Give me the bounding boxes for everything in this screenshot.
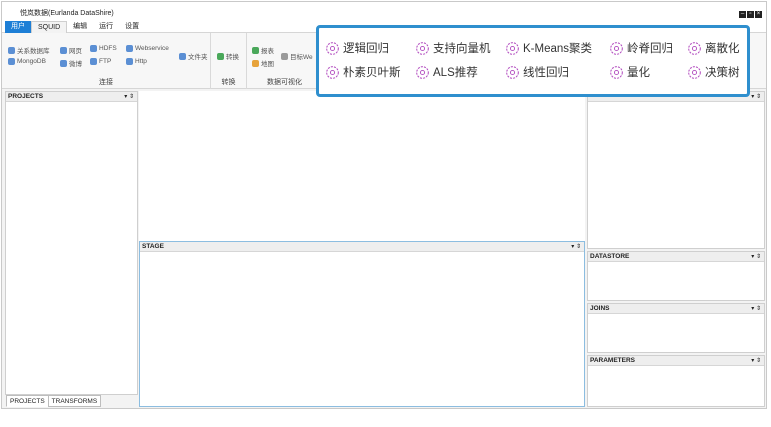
brain-icon xyxy=(506,65,519,79)
datastore-panel-header: DATASTORE ▾ ⇕ xyxy=(588,252,764,262)
ribbon-relational-db-button[interactable]: 关系数据库 xyxy=(8,45,50,55)
brain-icon xyxy=(506,41,519,55)
ribbon-webpage-button[interactable]: 网页 xyxy=(60,45,82,55)
menu-tab-user[interactable]: 用户 xyxy=(5,21,31,33)
hdfs-icon xyxy=(90,45,97,52)
panel-menu-icon[interactable]: ▾ ⇕ xyxy=(751,305,761,312)
joins-panel: JOINS ▾ ⇕ xyxy=(587,303,765,353)
panel-menu-icon[interactable]: ▾ ⇕ xyxy=(124,93,134,100)
projects-panel-header: PROJECTS ▾ ⇕ xyxy=(6,92,137,102)
parameters-panel: PARAMETERS ▾ ⇕ xyxy=(587,355,765,407)
ftp-icon xyxy=(90,58,97,65)
ml-als-recommend[interactable]: ALS推荐 xyxy=(415,64,478,80)
target-web-icon xyxy=(281,52,288,60)
menu-tab-edit[interactable]: 编辑 xyxy=(67,21,93,33)
bottom-tab-transforms[interactable]: TRANSFORMS xyxy=(47,395,102,407)
panel-menu-icon[interactable]: ▾ ⇕ xyxy=(751,253,761,260)
map-icon xyxy=(252,59,259,67)
stage-panel-header: STAGE ▾ ⇕ xyxy=(140,242,584,252)
webservice-icon xyxy=(126,45,133,52)
title-bar: 悦岚数据(Eurlanda DataShire) – ▫ × xyxy=(2,2,766,21)
weibo-icon xyxy=(60,59,67,67)
ribbon-target-web-button[interactable]: 目标We xyxy=(281,51,313,61)
ribbon-group-label-visualize: 数据可视化 xyxy=(267,79,302,86)
ribbon-map-button[interactable]: 地图 xyxy=(252,58,274,68)
ribbon-group-label-connect: 连接 xyxy=(99,79,113,86)
menu-tab-run[interactable]: 运行 xyxy=(93,21,119,33)
projects-panel: PROJECTS ▾ ⇕ xyxy=(5,91,138,395)
window-controls: – ▫ × xyxy=(739,11,762,18)
minimize-icon[interactable]: – xyxy=(739,11,746,18)
ribbon-weibo-button[interactable]: 微博 xyxy=(60,58,82,68)
brain-icon xyxy=(326,65,339,79)
ml-ridge-regression[interactable]: 岭脊回归 xyxy=(609,40,673,56)
ml-linear-regression[interactable]: 线性回归 xyxy=(505,64,569,80)
panel-menu-icon[interactable]: ▾ ⇕ xyxy=(751,357,761,364)
ml-decision-tree[interactable]: 决策树 xyxy=(687,64,740,80)
webpage-icon xyxy=(60,46,67,54)
ml-svm[interactable]: 支持向量机 xyxy=(415,40,491,56)
menu-tab-settings[interactable]: 设置 xyxy=(119,21,145,33)
ribbon-http-button[interactable]: Http xyxy=(126,58,147,65)
bottom-tab-bar: PROJECTS TRANSFORMS xyxy=(6,395,102,407)
mongodb-icon xyxy=(8,58,15,65)
joins-panel-header: JOINS ▾ ⇕ xyxy=(588,304,764,314)
brain-icon xyxy=(610,65,623,79)
bottom-tab-projects[interactable]: PROJECTS xyxy=(6,395,49,407)
joins-panel-title: JOINS xyxy=(590,305,610,312)
ml-kmeans[interactable]: K-Means聚类 xyxy=(505,40,592,56)
parameters-panel-header: PARAMETERS ▾ ⇕ xyxy=(588,356,764,366)
ribbon-hdfs-button[interactable]: HDFS xyxy=(90,45,117,52)
parameters-panel-title: PARAMETERS xyxy=(590,357,636,364)
ribbon-ftp-button[interactable]: FTP xyxy=(90,58,111,65)
ml-discretization[interactable]: 离散化 xyxy=(687,40,740,56)
ml-naive-bayes[interactable]: 朴素贝叶斯 xyxy=(325,64,401,80)
ribbon-report-button[interactable]: 报表 xyxy=(252,45,274,55)
brain-icon xyxy=(416,41,429,55)
projects-panel-title: PROJECTS xyxy=(8,93,44,100)
stage-panel: STAGE ▾ ⇕ xyxy=(139,241,585,407)
close-icon[interactable]: × xyxy=(755,11,762,18)
stage-panel-title: STAGE xyxy=(142,243,164,250)
ribbon-folder-button[interactable]: 文件夹 xyxy=(179,51,208,61)
panel-menu-icon[interactable]: ▾ ⇕ xyxy=(571,243,581,250)
ml-algorithms-callout: 逻辑回归 支持向量机 K-Means聚类 岭脊回归 离散化 朴素贝叶斯 ALS推… xyxy=(316,25,750,97)
window-title: 悦岚数据(Eurlanda DataShire) xyxy=(20,10,114,17)
database-icon xyxy=(8,46,15,54)
brain-icon xyxy=(416,65,429,79)
ribbon-mongodb-button[interactable]: MongoDB xyxy=(8,58,46,65)
brain-icon xyxy=(688,41,701,55)
http-icon xyxy=(126,58,133,65)
datastore-panel: DATASTORE ▾ ⇕ xyxy=(587,251,765,301)
datastore-panel-title: DATASTORE xyxy=(590,253,630,260)
properties-panel: ▾ ⇕ xyxy=(587,91,765,249)
ribbon-group-convert: 转换 转换 xyxy=(211,33,247,89)
menu-tab-squid[interactable]: SQUID xyxy=(31,21,68,33)
ribbon-group-connect: 关系数据库 网页 HDFS Webservice 文件夹 MongoDB 微博 … xyxy=(2,33,211,89)
ribbon-group-visualize: 报表 目标We 地图 数据可视化 xyxy=(247,33,322,89)
panel-menu-icon[interactable]: ▾ ⇕ xyxy=(751,93,761,100)
ribbon-group-label-convert: 转换 xyxy=(221,79,236,86)
brain-icon xyxy=(688,65,701,79)
ml-logistic-regression[interactable]: 逻辑回归 xyxy=(325,40,389,56)
canvas-area[interactable] xyxy=(139,91,585,241)
report-icon xyxy=(252,46,259,54)
restore-icon[interactable]: ▫ xyxy=(747,11,754,18)
folder-icon xyxy=(179,52,186,60)
ribbon-webservice-button[interactable]: Webservice xyxy=(126,45,169,52)
ribbon-convert-button[interactable]: 转换 xyxy=(217,51,239,61)
brain-icon xyxy=(610,41,623,55)
convert-icon xyxy=(217,52,224,60)
ml-quantization[interactable]: 量化 xyxy=(609,64,650,80)
brain-icon xyxy=(326,41,339,55)
